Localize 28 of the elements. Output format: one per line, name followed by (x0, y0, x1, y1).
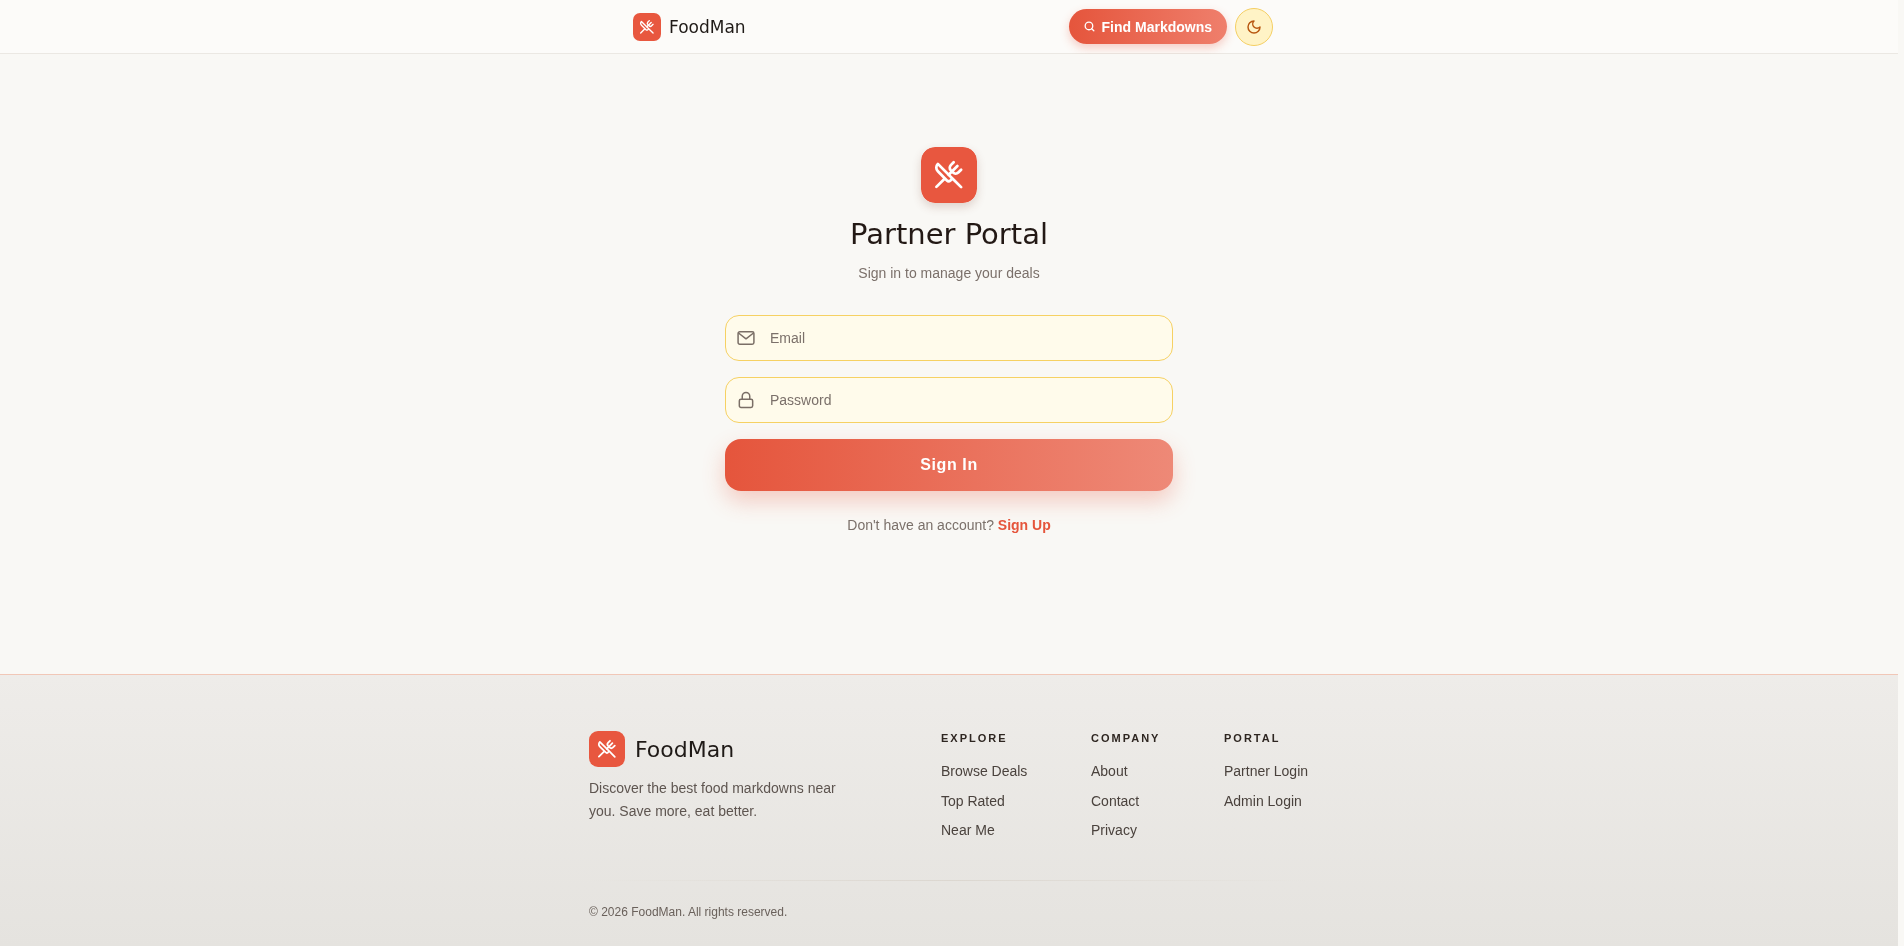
theme-toggle-button[interactable] (1235, 7, 1273, 46)
footer-column-heading: EXPLORE (941, 731, 1008, 745)
footer-link[interactable]: Browse Deals (941, 761, 1028, 781)
footer-link[interactable]: Partner Login (1224, 761, 1309, 781)
footer-link[interactable]: About (1091, 761, 1128, 781)
password-field[interactable]: Password (725, 377, 1173, 423)
footer-link[interactable]: Admin Login (1224, 790, 1302, 811)
footer-column-heading: PORTAL (1224, 731, 1281, 745)
sign-up-prompt: Don't have an account? Sign Up (847, 516, 1051, 535)
email-field[interactable]: Email (725, 315, 1173, 361)
page-title: Partner Portal (850, 216, 1048, 253)
copyright-text: © 2026 FoodMan. All rights reserved. (589, 904, 789, 920)
fork-knife-icon (921, 147, 977, 203)
footer-link[interactable]: Near Me (941, 820, 995, 840)
fork-knife-icon (633, 12, 661, 41)
search-icon (1082, 20, 1096, 33)
fork-knife-icon (589, 731, 625, 767)
mail-icon (736, 328, 756, 348)
footer-link[interactable]: Top Rated (941, 790, 1005, 811)
home-logo-link[interactable]: FoodMan (633, 12, 746, 41)
lock-icon (736, 390, 756, 410)
footer-description: Discover the best food markdowns near you. Save more, eat better. (589, 779, 837, 821)
moon-icon (1246, 18, 1262, 35)
footer-brand-name: FoodMan (635, 736, 735, 762)
footer-link[interactable]: Contact (1091, 790, 1140, 811)
footer-column-heading: COMPANY (1091, 731, 1161, 745)
footer-link[interactable]: Privacy (1091, 820, 1137, 840)
page-subtitle: Sign in to manage your deals (858, 264, 1040, 283)
